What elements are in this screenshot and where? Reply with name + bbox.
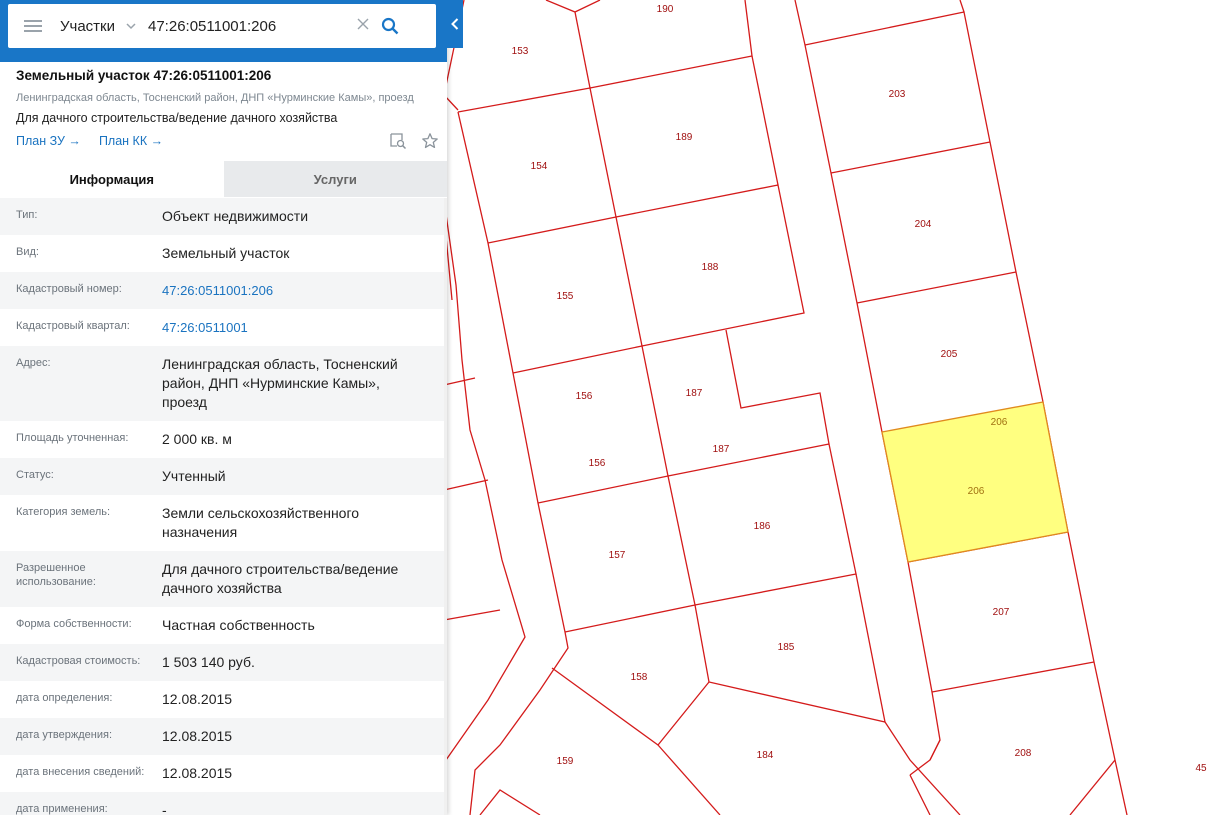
info-row: дата определения: 12.08.2015: [0, 681, 447, 718]
collapse-panel-button[interactable]: [447, 0, 463, 48]
field-label: Статус:: [16, 469, 54, 481]
field-label: Кадастровый номер:: [16, 283, 122, 295]
info-row: Площадь уточненная: 2 000 кв. м: [0, 421, 447, 458]
info-row: Адрес: Ленинградская область, Тосненский …: [0, 346, 447, 421]
plan-zu-link[interactable]: План ЗУ →: [16, 134, 81, 148]
parcel-label: 154: [531, 161, 548, 172]
parcel-label: 157: [609, 550, 626, 561]
star-icon[interactable]: [421, 132, 439, 155]
field-value: 12.08.2015: [162, 728, 233, 744]
info-row: Тип: Объект недвижимости: [0, 198, 447, 235]
field-label: Кадастровый квартал:: [16, 320, 130, 332]
field-value: 12.08.2015: [162, 691, 233, 707]
plan-links: План ЗУ → План КК →: [16, 134, 436, 148]
object-title: Земельный участок 47:26:0511001:206: [16, 68, 272, 83]
parcel-label: 208: [1015, 748, 1032, 759]
search-input[interactable]: [148, 17, 348, 35]
field-value: Земельный участок: [162, 245, 290, 261]
tab-services[interactable]: Услуги: [223, 161, 447, 197]
info-row: Категория земель: Земли сельскохозяйствен…: [0, 495, 447, 551]
info-table: Тип: Объект недвижимости Вид: Земельный уч…: [0, 198, 447, 815]
object-header: Земельный участок 47:26:0511001:206 Лени…: [16, 68, 436, 148]
field-label: Адрес:: [16, 357, 51, 369]
field-label: дата применения:: [16, 803, 108, 815]
info-panel: Участки Земельный участок 47:26:0511001:…: [0, 0, 447, 815]
search-type-select[interactable]: Участки: [60, 18, 126, 35]
menu-icon[interactable]: [24, 20, 42, 32]
parcel-label: 204: [915, 219, 932, 230]
parcel-label: 186: [754, 521, 771, 532]
parcel-label: 184: [757, 750, 774, 761]
field-value: Ленинградская область, Тосненский район,…: [162, 356, 398, 410]
parcel-label-selected: 206: [968, 486, 985, 497]
tab-information[interactable]: Информация: [0, 161, 224, 197]
info-row: Вид: Земельный участок: [0, 235, 447, 272]
selected-parcel-206[interactable]: [881, 401, 1069, 563]
field-value: Земли сельскохозяйственного назначения: [162, 505, 360, 540]
plan-kk-link[interactable]: План КК →: [99, 134, 163, 148]
parcel-label: 189: [676, 132, 693, 143]
parcel-label: 187: [686, 388, 703, 399]
field-label: дата утверждения:: [16, 729, 113, 741]
info-row: Кадастровая стоимость: 1 503 140 руб.: [0, 644, 447, 681]
parcel-labels: 190 153 203 189 154 204 188 155 205 156 …: [512, 4, 1207, 774]
field-label: Тип:: [16, 209, 38, 221]
info-row: дата внесения сведений: 12.08.2015: [0, 755, 447, 792]
parcel-label: 190: [657, 4, 674, 15]
field-label: Вид:: [16, 246, 39, 258]
field-value: Объект недвижимости: [162, 208, 309, 224]
parcel-label: 207: [993, 607, 1010, 618]
field-value: 2 000 кв. м: [162, 431, 232, 447]
object-purpose: Для дачного строительства/ведение дачног…: [16, 111, 338, 125]
cadastral-quarter-link[interactable]: 47:26:0511001: [162, 318, 422, 337]
field-value: 12.08.2015: [162, 765, 233, 781]
field-label: Разрешенное использование:: [16, 562, 96, 588]
field-value: Учтенный: [162, 468, 226, 484]
cadastral-number-link[interactable]: 47:26:0511001:206: [162, 281, 422, 300]
search-box: Участки: [8, 4, 436, 48]
field-label: Площадь уточненная:: [16, 432, 129, 444]
zoom-to-object-icon[interactable]: [389, 132, 407, 155]
search-icon[interactable]: [376, 12, 404, 40]
field-value: -: [162, 802, 167, 815]
parcel-label: 153: [512, 46, 529, 57]
parcel-label: 158: [631, 672, 648, 683]
info-row: Кадастровый квартал: 47:26:0511001: [0, 309, 447, 346]
field-label: Категория земель:: [16, 506, 111, 518]
info-row: Статус: Учтенный: [0, 458, 447, 495]
parcel-label-selected: 206: [991, 417, 1008, 428]
clear-icon[interactable]: [354, 17, 372, 35]
parcel-label: 156: [589, 458, 606, 469]
parcel-label: 203: [889, 89, 906, 100]
parcel-label: 45: [1195, 763, 1207, 774]
chevron-down-icon[interactable]: [126, 19, 136, 33]
parcel-label: 188: [702, 262, 719, 273]
field-label: дата определения:: [16, 692, 113, 704]
info-row: дата утверждения: 12.08.2015: [0, 718, 447, 755]
field-value: Для дачного строительства/ведение дачног…: [162, 561, 399, 596]
header-actions: [389, 132, 439, 155]
panel-tabs: Информация Услуги: [0, 161, 447, 197]
parcel-label: 159: [557, 756, 574, 767]
parcel-label: 205: [941, 349, 958, 360]
field-label: Кадастровая стоимость:: [16, 655, 141, 667]
info-row: Разрешенное использование: Для дачного ст…: [0, 551, 447, 607]
info-row: дата применения: -: [0, 792, 447, 815]
field-label: Форма собственности:: [16, 618, 132, 630]
scrollbar[interactable]: [444, 198, 447, 815]
search-bar-area: Участки: [0, 0, 447, 62]
parcel-label: 187: [713, 444, 730, 455]
object-address: Ленинградская область, Тосненский район,…: [16, 92, 414, 104]
field-label: дата внесения сведений:: [16, 766, 145, 778]
parcel-label: 185: [778, 642, 795, 653]
field-value: Частная собственность: [162, 617, 315, 633]
info-row: Кадастровый номер: 47:26:0511001:206: [0, 272, 447, 309]
field-value: 1 503 140 руб.: [162, 654, 255, 670]
info-row: Форма собственности: Частная собственност…: [0, 607, 447, 644]
parcel-label: 156: [576, 391, 593, 402]
chevron-left-icon: [451, 18, 459, 30]
parcel-label: 155: [557, 291, 574, 302]
